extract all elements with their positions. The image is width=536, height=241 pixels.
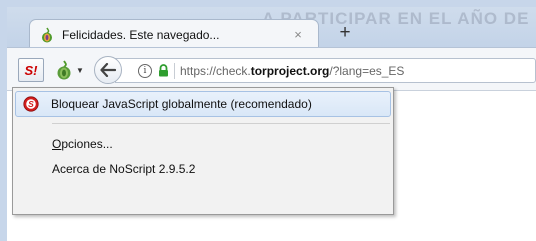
menu-item-label: Bloquear JavaScript globalmente (recomen… — [51, 97, 312, 111]
onion-icon — [40, 27, 54, 43]
mnemonic-letter: O — [52, 137, 62, 151]
menu-item-label: Acerca de NoScript 2.9.5.2 — [52, 162, 196, 176]
url-suffix: /?lang=es_ES — [329, 63, 405, 78]
url-host: torproject.org — [250, 63, 330, 78]
chevron-down-icon: ▼ — [76, 65, 84, 75]
info-icon[interactable]: i — [138, 63, 152, 78]
menu-separator — [52, 123, 390, 124]
back-arrow-icon — [100, 63, 116, 77]
tab-active[interactable]: Felicidades. Este navegado... × — [29, 19, 319, 47]
navigation-toolbar: S! ▼ i https://check.torproject.org/?lan… — [7, 47, 536, 91]
tab-strip: A PARTICIPAR EN EL AÑO DE Felicidades. E… — [7, 7, 536, 47]
menu-item-options[interactable]: Opciones... — [15, 131, 391, 157]
noscript-button[interactable]: S! — [18, 58, 44, 82]
url-bar[interactable]: i https://check.torproject.org/?lang=es_… — [115, 58, 536, 83]
back-button[interactable] — [94, 56, 122, 84]
new-tab-button[interactable]: + — [334, 22, 356, 44]
noscript-menu: S Bloquear JavaScript globalmente (recom… — [12, 87, 394, 215]
noscript-icon: S — [23, 96, 39, 112]
svg-text:S: S — [28, 99, 34, 109]
onion-icon — [57, 60, 71, 80]
menu-item-about-noscript[interactable]: Acerca de NoScript 2.9.5.2 — [15, 156, 391, 182]
menu-item-label: Opciones... — [52, 137, 113, 151]
close-tab-icon[interactable]: × — [290, 27, 306, 43]
menu-item-block-javascript[interactable]: S Bloquear JavaScript globalmente (recom… — [15, 91, 391, 117]
tab-title: Felicidades. Este navegado... — [62, 27, 220, 42]
url-divider — [174, 62, 175, 79]
url-text[interactable]: https://check.torproject.org/?lang=es_ES — [180, 64, 404, 78]
menu-item-label-rest: pciones... — [61, 137, 113, 151]
tor-button[interactable]: ▼ — [55, 60, 91, 80]
lock-icon[interactable] — [158, 64, 169, 77]
noscript-icon: S! — [24, 62, 38, 78]
url-prefix: https://check. — [180, 63, 251, 78]
